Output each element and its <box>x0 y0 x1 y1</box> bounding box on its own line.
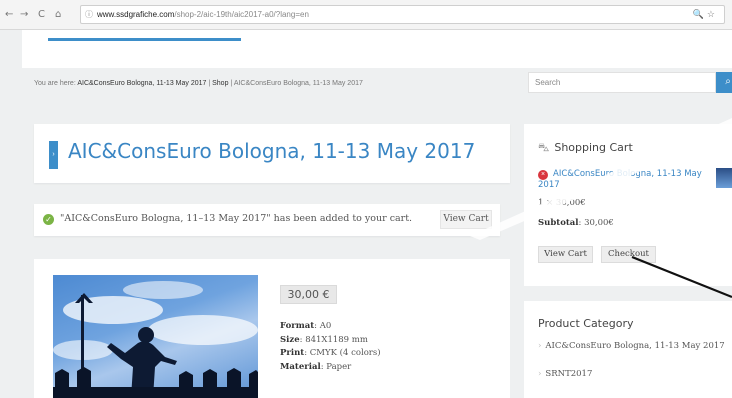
product-category-widget: Product Category › AIC&ConsEuro Bologna, … <box>524 301 732 398</box>
address-bar[interactable]: ⓘ www.ssdgrafiche.com/shop-2/aic-19th/ai… <box>80 5 725 24</box>
spec-size: Size: 841X1189 mm <box>280 334 368 345</box>
chevron-right-icon: › <box>538 369 542 379</box>
category-heading: Product Category <box>538 317 634 330</box>
price-badge: 30,00 € <box>280 285 337 304</box>
shopping-cart-widget: ⛍ Shopping Cart AIC&ConsEuro Bologna, 11-… <box>524 124 732 286</box>
search-input[interactable]: Search <box>528 72 716 93</box>
cart-added-notice: ✓ "AIC&ConsEuro Bologna, 11–13 May 2017"… <box>34 204 500 236</box>
cart-item-link[interactable]: AIC&ConsEuro Bologna, 11-13 May 2017 <box>538 169 716 191</box>
category-item[interactable]: › SRNT2017 <box>538 369 592 379</box>
spec-print: Print: CMYK (4 colors) <box>280 348 381 358</box>
cart-view-button[interactable]: View Cart <box>538 246 593 263</box>
forward-icon[interactable]: → <box>20 9 28 20</box>
page-title: AIC&ConsEuro Bologna, 11-13 May 2017 <box>68 139 476 163</box>
spec-format: Format: A0 <box>280 321 332 331</box>
chevron-right-icon: › <box>538 341 542 351</box>
notice-message: "AIC&ConsEuro Bologna, 11–13 May 2017" h… <box>60 213 413 224</box>
cart-heading-label: Shopping Cart <box>554 141 633 154</box>
breadcrumb-prefix: You are here: <box>34 80 78 87</box>
reload-icon[interactable]: C <box>38 9 45 20</box>
menu-underline <box>48 38 241 41</box>
cart-icon: ⛍ <box>538 141 550 154</box>
page-title-card: › AIC&ConsEuro Bologna, 11-13 May 2017 <box>34 124 510 183</box>
category-item[interactable]: › AIC&ConsEuro Bologna, 11-13 May 2017 <box>538 341 725 351</box>
remove-item-icon[interactable]: × <box>538 170 548 180</box>
site-header <box>22 30 732 68</box>
back-icon[interactable]: ← <box>5 9 13 20</box>
product-card: 30,00 € Format: A0 Size: 841X1189 mm Pri… <box>34 259 510 398</box>
cart-item-thumbnail[interactable] <box>716 168 732 188</box>
breadcrumb-current: AIC&ConsEuro Bologna, 11-13 May 2017 <box>233 80 363 87</box>
cart-heading: ⛍ Shopping Cart <box>538 141 633 156</box>
site-info-icon[interactable]: ⓘ <box>85 6 93 23</box>
search-icon[interactable]: ⌕ <box>716 72 732 93</box>
url-path: /shop-2/aic-19th/aic2017-a0/?lang=en <box>174 10 309 19</box>
breadcrumb-link-shop[interactable]: Shop <box>212 80 228 87</box>
checkout-button[interactable]: Checkout <box>601 246 656 263</box>
spec-material: Material: Paper <box>280 361 352 372</box>
check-icon: ✓ <box>43 214 54 225</box>
breadcrumb-link-event[interactable]: AIC&ConsEuro Bologna, 11-13 May 2017 <box>77 80 206 87</box>
cart-subtotal: Subtotal: 30,00€ <box>538 218 614 228</box>
url-host: www.ssdgrafiche.com <box>97 10 175 19</box>
cart-quantity: 1 × 30,00€ <box>538 198 586 208</box>
browser-toolbar: ← → C ⌂ ⓘ www.ssdgrafiche.com/shop-2/aic… <box>0 0 732 30</box>
view-cart-button[interactable]: View Cart <box>440 210 492 229</box>
product-specs: Format: A0 Size: 841X1189 mm Print: CMYK… <box>280 320 381 374</box>
product-image[interactable] <box>53 275 258 398</box>
title-marker-icon: › <box>49 141 58 169</box>
home-icon[interactable]: ⌂ <box>55 9 61 20</box>
zoom-bookmark-icons[interactable]: 🔍☆ <box>693 6 718 23</box>
